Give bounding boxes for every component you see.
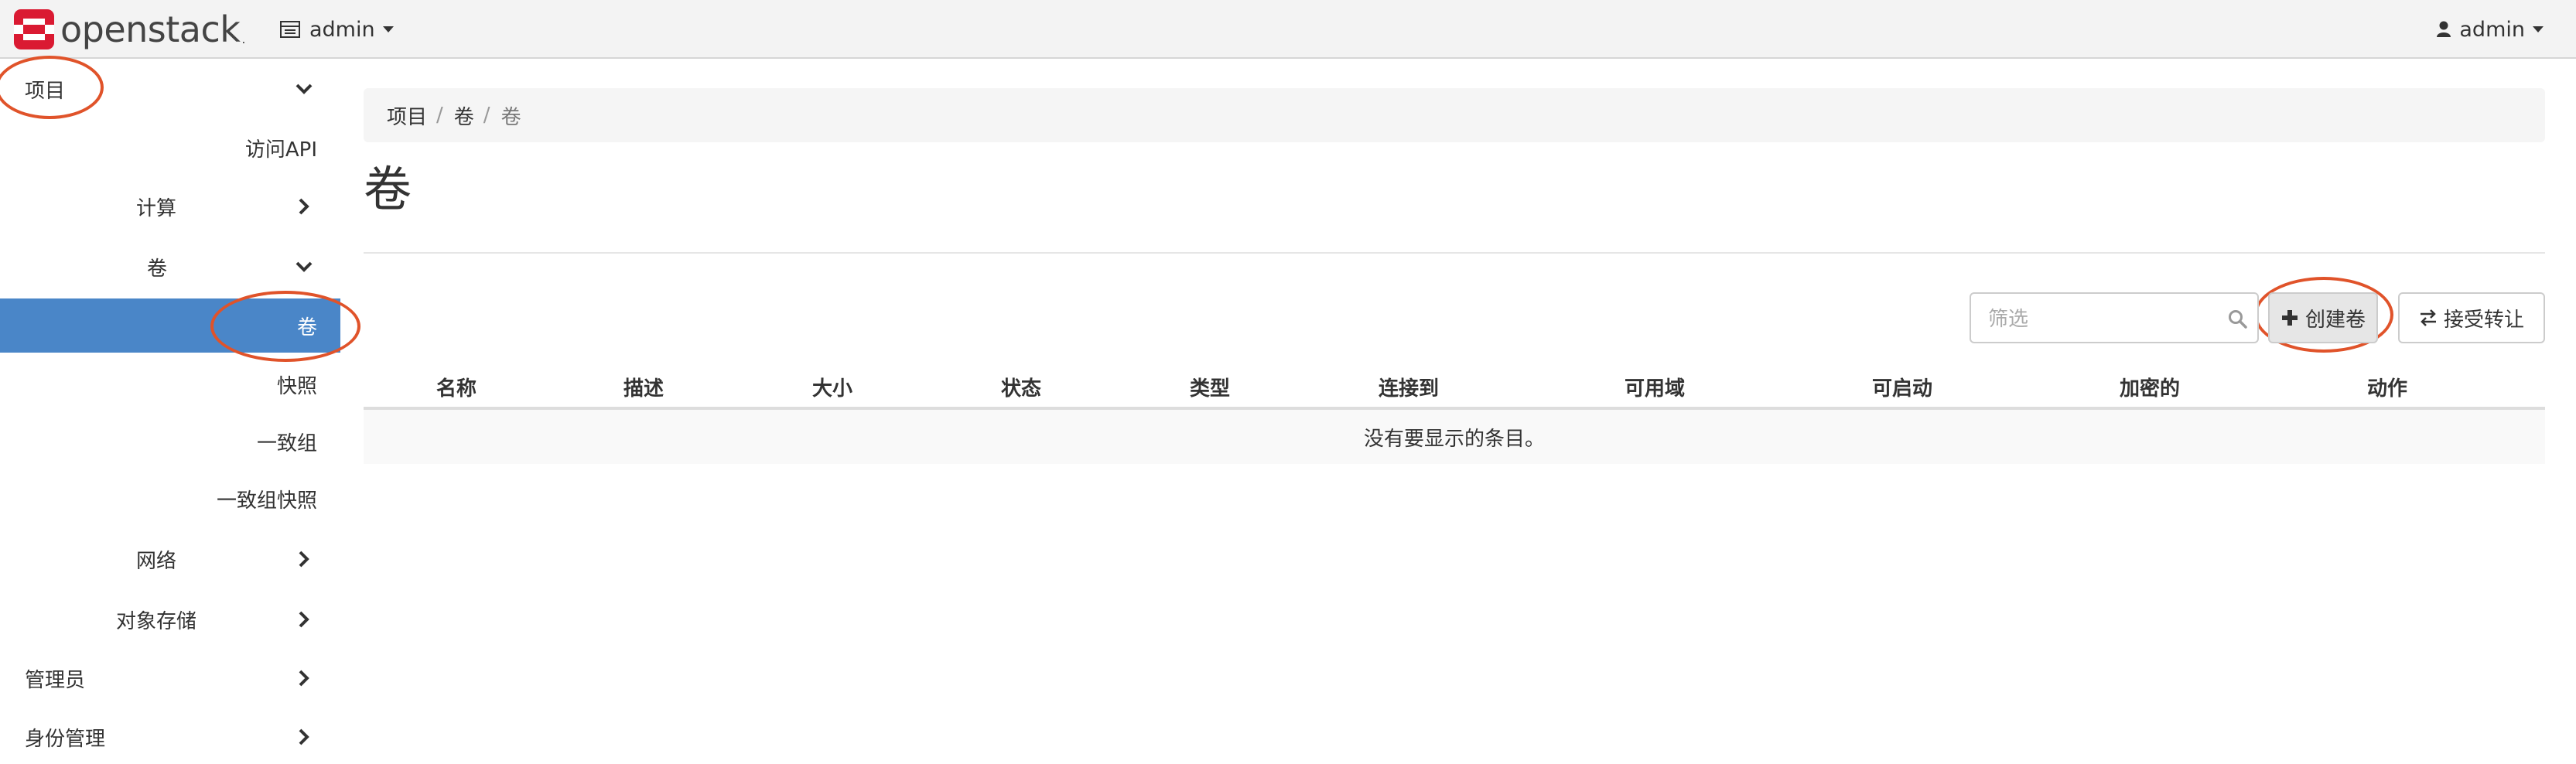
breadcrumb-item-project[interactable]: 项目 [387,101,427,130]
sidebar-item-label: 一致组快照 [216,489,317,513]
sidebar-item-label: 一致组 [256,431,317,455]
create-volume-label: 创建卷 [2304,308,2366,332]
sidebar-item-label: 快照 [276,374,317,398]
chevron-right-icon [299,551,309,568]
sidebar-item-label: 管理员 [25,668,86,692]
sidebar-item-label: 网络 [136,549,177,573]
sidebar-item-volumes[interactable]: 卷 [0,298,340,353]
chevron-right-icon [299,198,309,215]
sidebar-item-consistency-group-snapshots[interactable]: 一致组快照 [0,472,340,526]
sidebar-item-admin[interactable]: 管理员 [0,651,340,705]
search-icon[interactable] [2228,309,2248,329]
column-header-size[interactable]: 大小 [812,373,852,401]
table-empty-row: 没有要显示的条目。 [364,410,2545,464]
sidebar-item-label: 项目 [25,79,66,103]
logo-text: openstack [60,9,241,50]
column-header-actions: 动作 [2367,377,2408,401]
empty-message: 没有要显示的条目。 [1363,427,1545,451]
page-title: 卷 [364,161,412,217]
sidebar-item-project[interactable]: 项目 [0,62,340,116]
logo-dot: . [241,32,246,46]
sidebar-item-snapshots[interactable]: 快照 [0,357,340,411]
breadcrumb-item-volumes[interactable]: 卷 [454,101,474,130]
column-header-availability-zone[interactable]: 可用域 [1625,373,1685,401]
openstack-logo-icon [14,9,54,49]
breadcrumb: 项目 / 卷 / 卷 [364,88,2545,142]
sidebar-item-label: 卷 [296,315,317,339]
sidebar-item-identity[interactable]: 身份管理 [0,710,340,764]
sidebar: 项目 访问API 计算 卷 卷 快照 一致组 一致组快照 网络 对象存储 管理员 [0,59,340,752]
column-header-type[interactable]: 类型 [1190,373,1230,401]
filter-input[interactable] [1987,303,2214,336]
sidebar-item-label: 对象存储 [116,609,197,633]
sidebar-item-label: 卷 [147,257,168,281]
chevron-down-icon [296,84,313,94]
column-header-name[interactable]: 名称 [436,373,477,401]
accept-transfer-button[interactable]: 接受转让 [2398,292,2545,343]
transfer-icon [2420,309,2436,326]
column-header-status[interactable]: 状态 [1001,373,1041,401]
column-header-bootable[interactable]: 可启动 [1872,373,1932,401]
sidebar-item-consistency-groups[interactable]: 一致组 [0,414,340,469]
create-volume-button[interactable]: 创建卷 [2268,292,2378,343]
sidebar-item-object-store[interactable]: 对象存储 [0,592,340,646]
plus-icon [2281,310,2298,326]
sidebar-item-access-api[interactable]: 访问API [0,121,340,175]
project-dropdown[interactable]: admin [280,15,394,43]
project-dropdown-label: admin [309,17,375,42]
filter-field[interactable] [1970,292,2259,343]
chevron-down-icon [296,261,313,272]
column-header-encrypted[interactable]: 加密的 [2120,373,2180,401]
sidebar-item-volumes-group[interactable]: 卷 [0,240,340,294]
caret-down-icon [382,26,394,32]
user-dropdown-label: admin [2459,17,2525,42]
user-dropdown[interactable]: admin [2436,15,2544,43]
user-icon [2437,21,2451,37]
sidebar-item-label: 访问API [244,138,317,162]
top-navbar: openstack . admin admin [0,0,2576,59]
accept-transfer-label: 接受转让 [2443,308,2524,332]
chevron-right-icon [299,611,309,628]
title-divider [364,252,2545,254]
caret-down-icon [2533,26,2544,32]
chevron-right-icon [299,728,309,745]
breadcrumb-item-current: 卷 [501,105,521,129]
sidebar-item-network[interactable]: 网络 [0,532,340,586]
column-header-attached-to[interactable]: 连接到 [1379,373,1439,401]
volumes-table-header: 名称 描述 大小 状态 类型 连接到 可用域 可启动 加密的 动作 [364,363,2545,410]
chevron-right-icon [299,670,309,687]
sidebar-item-compute[interactable]: 计算 [0,179,340,234]
sidebar-item-label: 计算 [136,196,177,220]
breadcrumb-separator: / [436,104,443,127]
column-header-description[interactable]: 描述 [624,373,664,401]
sidebar-item-label: 身份管理 [25,727,106,751]
openstack-logo[interactable]: openstack . [12,8,246,51]
project-icon [280,21,300,38]
breadcrumb-separator: / [483,104,490,127]
